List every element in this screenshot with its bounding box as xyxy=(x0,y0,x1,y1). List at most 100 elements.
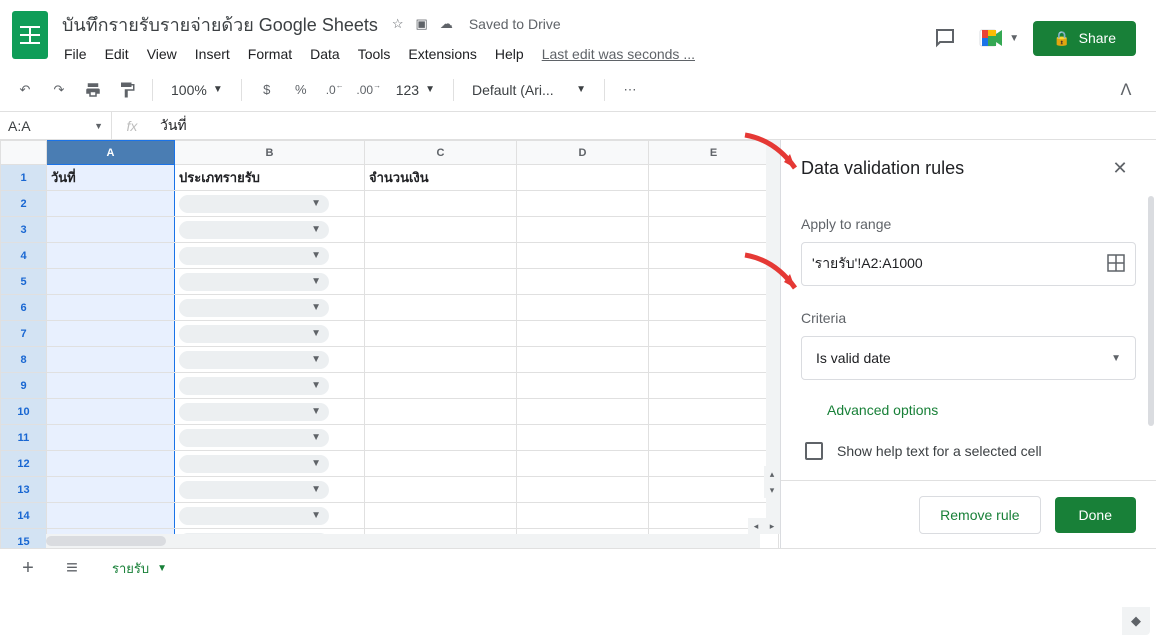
cell-E10[interactable] xyxy=(649,399,779,425)
grid-select-icon[interactable] xyxy=(1107,254,1125,275)
dropdown-pill[interactable]: ▼ xyxy=(179,195,329,213)
cell-C11[interactable] xyxy=(365,425,517,451)
row-header[interactable]: 14 xyxy=(1,503,47,529)
dropdown-pill[interactable]: ▼ xyxy=(179,299,329,317)
formula-bar[interactable]: วันที่ xyxy=(152,115,1156,137)
cell-B6[interactable]: ▼ xyxy=(175,295,365,321)
dropdown-pill[interactable]: ▼ xyxy=(179,273,329,291)
cell-D14[interactable] xyxy=(517,503,649,529)
cell-D5[interactable] xyxy=(517,269,649,295)
cell-B14[interactable]: ▼ xyxy=(175,503,365,529)
cell-A6[interactable] xyxy=(47,295,175,321)
cell-D11[interactable] xyxy=(517,425,649,451)
close-sidebar-button[interactable]: ✕ xyxy=(1104,152,1136,184)
cell-B9[interactable]: ▼ xyxy=(175,373,365,399)
increase-decimal-button[interactable]: .00→ xyxy=(354,75,384,105)
decrease-decimal-button[interactable]: .0← xyxy=(320,75,350,105)
cell-E13[interactable] xyxy=(649,477,779,503)
cell-A13[interactable] xyxy=(47,477,175,503)
cell-C8[interactable] xyxy=(365,347,517,373)
cell-D10[interactable] xyxy=(517,399,649,425)
cell-A14[interactable] xyxy=(47,503,175,529)
dropdown-pill[interactable]: ▼ xyxy=(179,455,329,473)
cell-C9[interactable] xyxy=(365,373,517,399)
scroll-up-button[interactable]: ▴ xyxy=(764,466,780,482)
cell-A7[interactable] xyxy=(47,321,175,347)
scroll-down-button[interactable]: ▾ xyxy=(764,482,780,498)
menu-file[interactable]: File xyxy=(56,42,95,66)
cell-B13[interactable]: ▼ xyxy=(175,477,365,503)
cell-B1[interactable]: ประเภทรายรับ xyxy=(175,165,365,191)
cell-D7[interactable] xyxy=(517,321,649,347)
menu-format[interactable]: Format xyxy=(240,42,300,66)
cell-A11[interactable] xyxy=(47,425,175,451)
cell-B5[interactable]: ▼ xyxy=(175,269,365,295)
col-header-C[interactable]: C xyxy=(365,141,517,165)
row-header[interactable]: 8 xyxy=(1,347,47,373)
scroll-right-button[interactable]: ▸ xyxy=(764,518,780,534)
cell-D13[interactable] xyxy=(517,477,649,503)
cell-D12[interactable] xyxy=(517,451,649,477)
meet-icon[interactable]: ▼ xyxy=(979,18,1019,58)
cell-E7[interactable] xyxy=(649,321,779,347)
currency-button[interactable]: $ xyxy=(252,75,282,105)
dropdown-pill[interactable]: ▼ xyxy=(179,507,329,525)
advanced-options-link[interactable]: Advanced options xyxy=(801,380,1136,440)
cell-C6[interactable] xyxy=(365,295,517,321)
row-header[interactable]: 9 xyxy=(1,373,47,399)
cell-E12[interactable] xyxy=(649,451,779,477)
done-button[interactable]: Done xyxy=(1055,497,1136,533)
cell-E11[interactable] xyxy=(649,425,779,451)
cell-B12[interactable]: ▼ xyxy=(175,451,365,477)
criteria-select[interactable]: Is valid date ▼ xyxy=(801,336,1136,380)
paint-format-button[interactable] xyxy=(112,75,142,105)
cell-E3[interactable] xyxy=(649,217,779,243)
cell-B10[interactable]: ▼ xyxy=(175,399,365,425)
row-header[interactable]: 11 xyxy=(1,425,47,451)
row-header[interactable]: 7 xyxy=(1,321,47,347)
cell-A9[interactable] xyxy=(47,373,175,399)
cell-D2[interactable] xyxy=(517,191,649,217)
zoom-select[interactable]: 100%▼ xyxy=(163,82,231,98)
document-title[interactable]: บันทึกรายรับรายจ่ายด้วย Google Sheets xyxy=(56,8,384,41)
cell-A12[interactable] xyxy=(47,451,175,477)
dropdown-pill[interactable]: ▼ xyxy=(179,481,329,499)
cell-B11[interactable]: ▼ xyxy=(175,425,365,451)
cell-E6[interactable] xyxy=(649,295,779,321)
share-button[interactable]: 🔒 Share xyxy=(1033,21,1136,56)
cell-B8[interactable]: ▼ xyxy=(175,347,365,373)
row-header[interactable]: 5 xyxy=(1,269,47,295)
cell-A4[interactable] xyxy=(47,243,175,269)
menu-extensions[interactable]: Extensions xyxy=(400,42,484,66)
cell-B7[interactable]: ▼ xyxy=(175,321,365,347)
cell-A8[interactable] xyxy=(47,347,175,373)
explore-button[interactable]: ◆ xyxy=(1122,607,1150,635)
cell-D8[interactable] xyxy=(517,347,649,373)
comments-icon[interactable] xyxy=(925,18,965,58)
cell-C5[interactable] xyxy=(365,269,517,295)
number-format-select[interactable]: 123▼ xyxy=(388,82,443,98)
sidebar-scrollbar[interactable] xyxy=(1148,196,1154,426)
menu-data[interactable]: Data xyxy=(302,42,348,66)
dropdown-pill[interactable]: ▼ xyxy=(179,429,329,447)
cell-D3[interactable] xyxy=(517,217,649,243)
cell-D1[interactable] xyxy=(517,165,649,191)
remove-rule-button[interactable]: Remove rule xyxy=(919,496,1040,534)
cell-C14[interactable] xyxy=(365,503,517,529)
menu-insert[interactable]: Insert xyxy=(187,42,238,66)
col-header-D[interactable]: D xyxy=(517,141,649,165)
row-header[interactable]: 13 xyxy=(1,477,47,503)
row-header[interactable]: 2 xyxy=(1,191,47,217)
row-header[interactable]: 4 xyxy=(1,243,47,269)
cell-A3[interactable] xyxy=(47,217,175,243)
cell-E1[interactable] xyxy=(649,165,779,191)
menu-help[interactable]: Help xyxy=(487,42,532,66)
cell-D9[interactable] xyxy=(517,373,649,399)
percent-button[interactable]: % xyxy=(286,75,316,105)
dropdown-pill[interactable]: ▼ xyxy=(179,351,329,369)
cell-E8[interactable] xyxy=(649,347,779,373)
row-header[interactable]: 15 xyxy=(1,529,47,549)
menu-edit[interactable]: Edit xyxy=(97,42,137,66)
scroll-left-button[interactable]: ◂ xyxy=(748,518,764,534)
dropdown-pill[interactable]: ▼ xyxy=(179,221,329,239)
